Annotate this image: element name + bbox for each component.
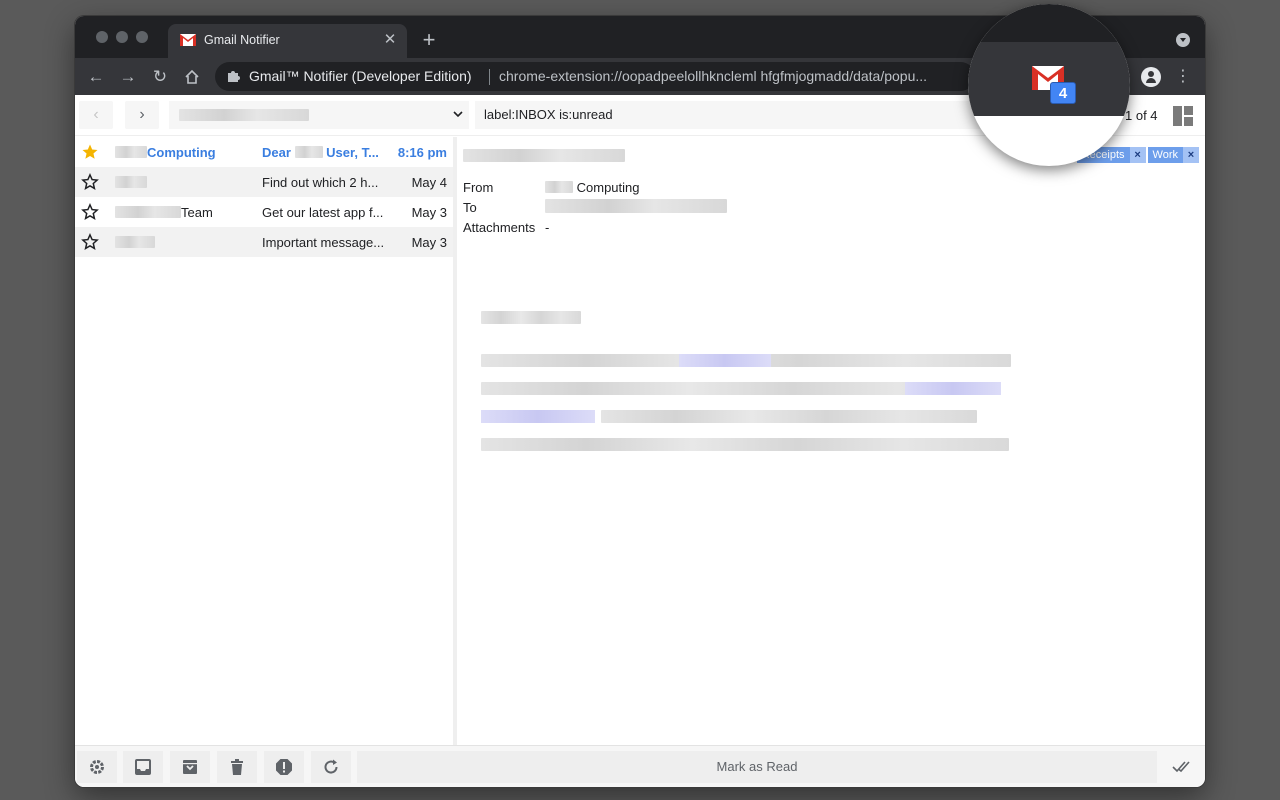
email-subject: Dear User, T...: [262, 145, 379, 160]
search-query-input[interactable]: label:INBOX is:unread: [475, 101, 995, 129]
email-row[interactable]: Important message... May 3: [75, 227, 453, 257]
archive-icon: [183, 760, 197, 774]
email-date: May 3: [411, 205, 447, 220]
trash-icon: [231, 759, 243, 775]
email-sender: Team: [115, 205, 255, 220]
forward-button[interactable]: →: [117, 66, 139, 88]
magnified-tabstrip: [968, 4, 1130, 42]
double-check-icon: [1172, 761, 1190, 773]
to-label: To: [463, 199, 477, 215]
email-sender: [115, 175, 255, 190]
email-sender: Computing: [115, 145, 255, 160]
tab-gmail-notifier[interactable]: Gmail Notifier ✕: [168, 24, 407, 58]
home-icon: [185, 69, 199, 84]
gear-icon: [90, 760, 104, 774]
reload-button[interactable]: ↻: [149, 66, 171, 88]
sender-redacted: [115, 206, 181, 218]
gmail-icon: [180, 34, 196, 46]
email-subject: Important message...: [262, 235, 385, 250]
email-list: Computing Dear User, T... 8:16 pm Find o…: [75, 137, 453, 745]
minimize-window-button[interactable]: [116, 31, 128, 43]
address-bar[interactable]: Gmail™ Notifier (Developer Edition) chro…: [215, 62, 975, 91]
inbox-button[interactable]: [123, 751, 163, 783]
refresh-button[interactable]: [311, 751, 351, 783]
unread-count-badge: 4: [1050, 82, 1076, 104]
refresh-icon: [324, 759, 338, 774]
sender-redacted: [115, 146, 147, 158]
settings-button[interactable]: [77, 751, 117, 783]
mark-all-read-button[interactable]: [1165, 751, 1201, 783]
body-line: [601, 410, 977, 423]
magnified-extension-button: 4: [968, 4, 1130, 166]
sender-redacted: [115, 236, 155, 248]
profile-icon[interactable]: [1141, 67, 1161, 87]
layout-icon[interactable]: [1173, 106, 1193, 126]
puzzle-icon: [228, 71, 240, 82]
body-line: [481, 311, 581, 324]
email-meta: From Computing To Attachments -: [463, 177, 727, 237]
chevron-down-icon: [453, 111, 463, 118]
account-select[interactable]: [169, 101, 469, 129]
next-email-button[interactable]: ›: [125, 101, 159, 129]
remove-label-icon[interactable]: ×: [1129, 147, 1146, 163]
email-date: May 3: [411, 235, 447, 250]
extension-name: Gmail™ Notifier (Developer Edition): [249, 68, 472, 84]
delete-button[interactable]: [217, 751, 257, 783]
star-filled-icon[interactable]: [81, 143, 99, 161]
mark-as-read-button[interactable]: Mark as Read: [357, 751, 1157, 783]
sender-redacted: [115, 176, 147, 188]
menu-icon[interactable]: ⋮: [1175, 67, 1191, 87]
zoom-window-button[interactable]: [136, 31, 148, 43]
inbox-icon: [135, 759, 151, 775]
meta-from: From Computing: [463, 177, 727, 197]
body-line: [481, 438, 1009, 451]
report-spam-button[interactable]: [264, 751, 304, 783]
star-outline-icon[interactable]: [81, 173, 99, 191]
body-link[interactable]: [905, 382, 1001, 395]
back-button[interactable]: ←: [85, 66, 107, 88]
from-value: Computing: [545, 180, 640, 195]
remove-label-icon[interactable]: ×: [1183, 147, 1199, 163]
body-link[interactable]: [679, 354, 771, 367]
to-redacted: [545, 199, 727, 213]
reading-pane: Receipts × Work × From Computing To Atta…: [457, 137, 1205, 745]
email-row[interactable]: Team Get our latest app f... May 3: [75, 197, 453, 227]
meta-to: To: [463, 197, 727, 217]
email-subject: Find out which 2 h...: [262, 175, 379, 190]
close-window-button[interactable]: [96, 31, 108, 43]
email-row[interactable]: Computing Dear User, T... 8:16 pm: [75, 137, 453, 167]
url-text: chrome-extension://oopadpeelollhkncleml …: [499, 68, 928, 84]
label-work: Work: [1147, 147, 1183, 163]
star-outline-icon[interactable]: [81, 233, 99, 251]
email-sender: [115, 235, 255, 250]
tab-search-button[interactable]: [1176, 33, 1190, 47]
attachments-value: -: [545, 219, 550, 235]
from-label: From: [463, 179, 494, 195]
to-value: [545, 199, 727, 215]
star-outline-icon[interactable]: [81, 203, 99, 221]
previous-email-button[interactable]: ‹: [79, 101, 113, 129]
footer-toolbar: Mark as Read: [75, 745, 1205, 787]
email-row[interactable]: Find out which 2 h... May 4: [75, 167, 453, 197]
omnibox-divider: [489, 69, 490, 85]
email-date: May 4: [411, 175, 447, 190]
spam-icon: [276, 759, 292, 775]
close-tab-icon[interactable]: ✕: [381, 31, 399, 49]
new-tab-button[interactable]: +: [419, 29, 439, 51]
archive-button[interactable]: [170, 751, 210, 783]
meta-attachments: Attachments -: [463, 217, 727, 237]
subject-redacted: [294, 146, 323, 158]
attachments-label: Attachments: [463, 219, 536, 235]
from-redacted: [545, 180, 573, 193]
account-name-redacted: [179, 109, 309, 121]
email-subject: Get our latest app f...: [262, 205, 384, 220]
email-subject-redacted: [463, 149, 625, 162]
email-date: 8:16 pm: [397, 145, 447, 160]
home-button[interactable]: [181, 66, 203, 88]
body-link[interactable]: [481, 410, 595, 423]
tab-title: Gmail Notifier: [204, 33, 280, 47]
